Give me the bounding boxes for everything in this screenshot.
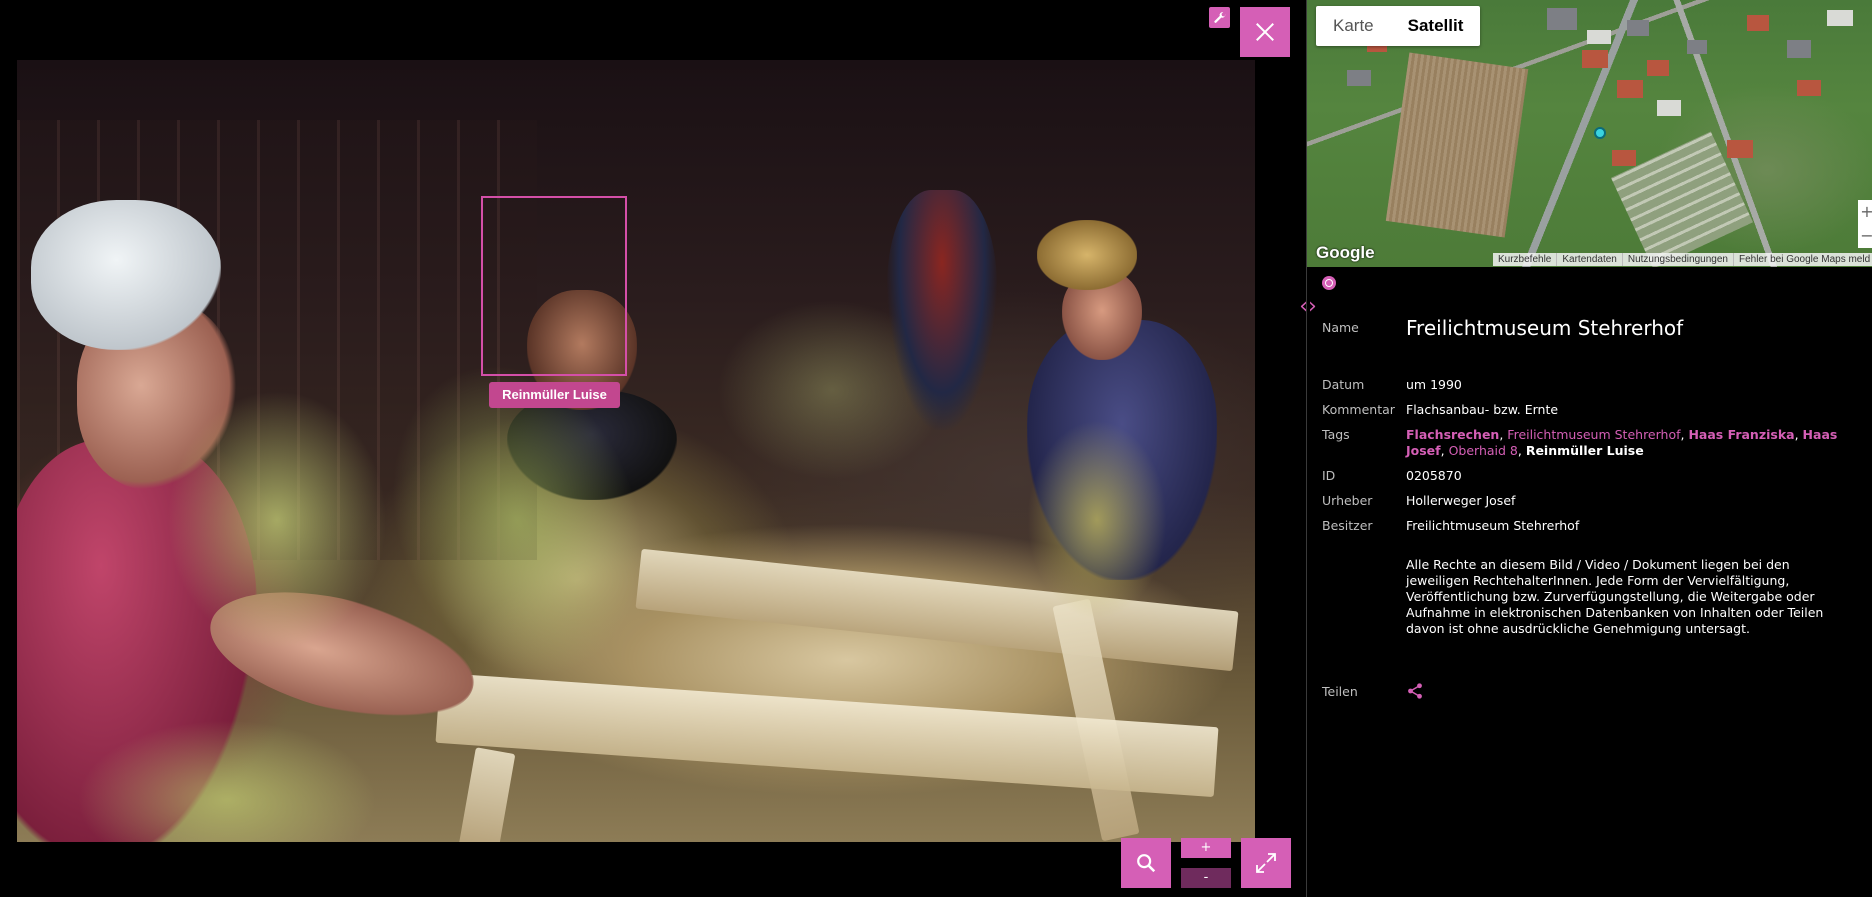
besitzer-value: Freilichtmuseum Stehrerhof (1406, 518, 1580, 533)
map-field (1385, 52, 1529, 238)
tab-karte[interactable]: Karte (1316, 6, 1391, 46)
name-value: Freilichtmuseum Stehrerhof (1406, 316, 1684, 340)
map-roof (1787, 40, 1811, 58)
close-icon (1256, 23, 1274, 41)
map-shortcuts-link[interactable]: Kurzbefehle (1493, 253, 1556, 266)
map-roof (1657, 100, 1681, 116)
photo-beam (458, 747, 516, 842)
map-footer: Kurzbefehle Kartendaten Nutzungsbedingun… (1493, 253, 1872, 266)
search-button[interactable] (1121, 838, 1171, 888)
datum-value: um 1990 (1406, 377, 1462, 392)
face-tag-label[interactable]: Reinmüller Luise (489, 382, 620, 408)
map-roof (1617, 80, 1643, 98)
kommentar-label: Kommentar (1322, 402, 1395, 417)
map-roof (1727, 140, 1753, 158)
wrench-icon (1213, 11, 1226, 23)
kommentar-value: Flachsanbau- bzw. Ernte (1406, 402, 1559, 417)
photo-flax (1027, 420, 1167, 620)
face-tag-box[interactable] (481, 196, 627, 376)
wrench-button[interactable] (1209, 7, 1230, 28)
name-label: Name (1322, 320, 1359, 335)
image-viewer: Reinmüller Luise + - (0, 0, 1306, 897)
map-roof (1797, 80, 1821, 96)
share-icon[interactable] (1406, 682, 1424, 700)
urheber-value: Hollerweger Josef (1406, 493, 1516, 508)
map-roof (1687, 40, 1707, 54)
map-roof (1827, 10, 1853, 26)
tag-link[interactable]: Oberhaid 8 (1449, 443, 1518, 458)
map-roof (1612, 150, 1636, 166)
id-value: 0205870 (1406, 468, 1462, 483)
map-zoom-control: + − (1858, 200, 1872, 248)
map-roof (1587, 30, 1611, 44)
map-type-tabs: Karte Satellit (1316, 6, 1481, 46)
tags-label: Tags (1322, 427, 1350, 442)
map-roof (1647, 60, 1669, 76)
photo-person (1037, 220, 1137, 290)
photo-flax (167, 390, 387, 650)
locate-icon[interactable] (1322, 276, 1336, 290)
rights-notice: Alle Rechte an diesem Bild / Video / Dok… (1406, 557, 1824, 636)
close-button[interactable] (1240, 7, 1290, 57)
zoom-in-button[interactable]: + (1181, 838, 1231, 858)
tag-link[interactable]: Reinmüller Luise (1526, 443, 1644, 458)
fullscreen-button[interactable] (1241, 838, 1291, 888)
map-terms-link[interactable]: Nutzungsbedingungen (1621, 253, 1733, 266)
urheber-label: Urheber (1322, 493, 1373, 508)
besitzer-label: Besitzer (1322, 518, 1373, 533)
photo-person (887, 190, 997, 430)
search-icon (1137, 854, 1156, 873)
zoom-out-button[interactable]: - (1181, 868, 1231, 888)
map-report-link[interactable]: Fehler bei Google Maps meld (1732, 253, 1872, 266)
tag-link[interactable]: Freilichtmuseum Stehrerhof (1507, 427, 1680, 442)
panel-toggle-icon[interactable]: ‹› (1290, 295, 1326, 319)
map-location-marker[interactable] (1594, 127, 1606, 139)
google-logo: Google (1316, 243, 1375, 262)
map-roof (1347, 70, 1371, 86)
map-zoom-in-button[interactable]: + (1858, 200, 1872, 224)
photo-person (31, 200, 221, 350)
teilen-label: Teilen (1322, 684, 1358, 699)
tag-link[interactable]: Flachsrechen (1406, 427, 1499, 442)
map-data-link[interactable]: Kartendaten (1556, 253, 1622, 266)
map-zoom-out-button[interactable]: − (1858, 224, 1872, 248)
map-roof (1582, 50, 1608, 68)
map-roof (1747, 15, 1769, 31)
map-roof (1547, 8, 1577, 30)
tab-satellit[interactable]: Satellit (1391, 6, 1481, 46)
fullscreen-icon (1256, 853, 1276, 873)
tag-link[interactable]: Haas Franziska (1688, 427, 1794, 442)
photo[interactable] (17, 60, 1255, 842)
id-label: ID (1322, 468, 1336, 483)
map-roof (1627, 20, 1649, 36)
datum-label: Datum (1322, 377, 1365, 392)
tags-list: Flachsrechen, Freilichtmuseum Stehrerhof… (1406, 427, 1838, 458)
